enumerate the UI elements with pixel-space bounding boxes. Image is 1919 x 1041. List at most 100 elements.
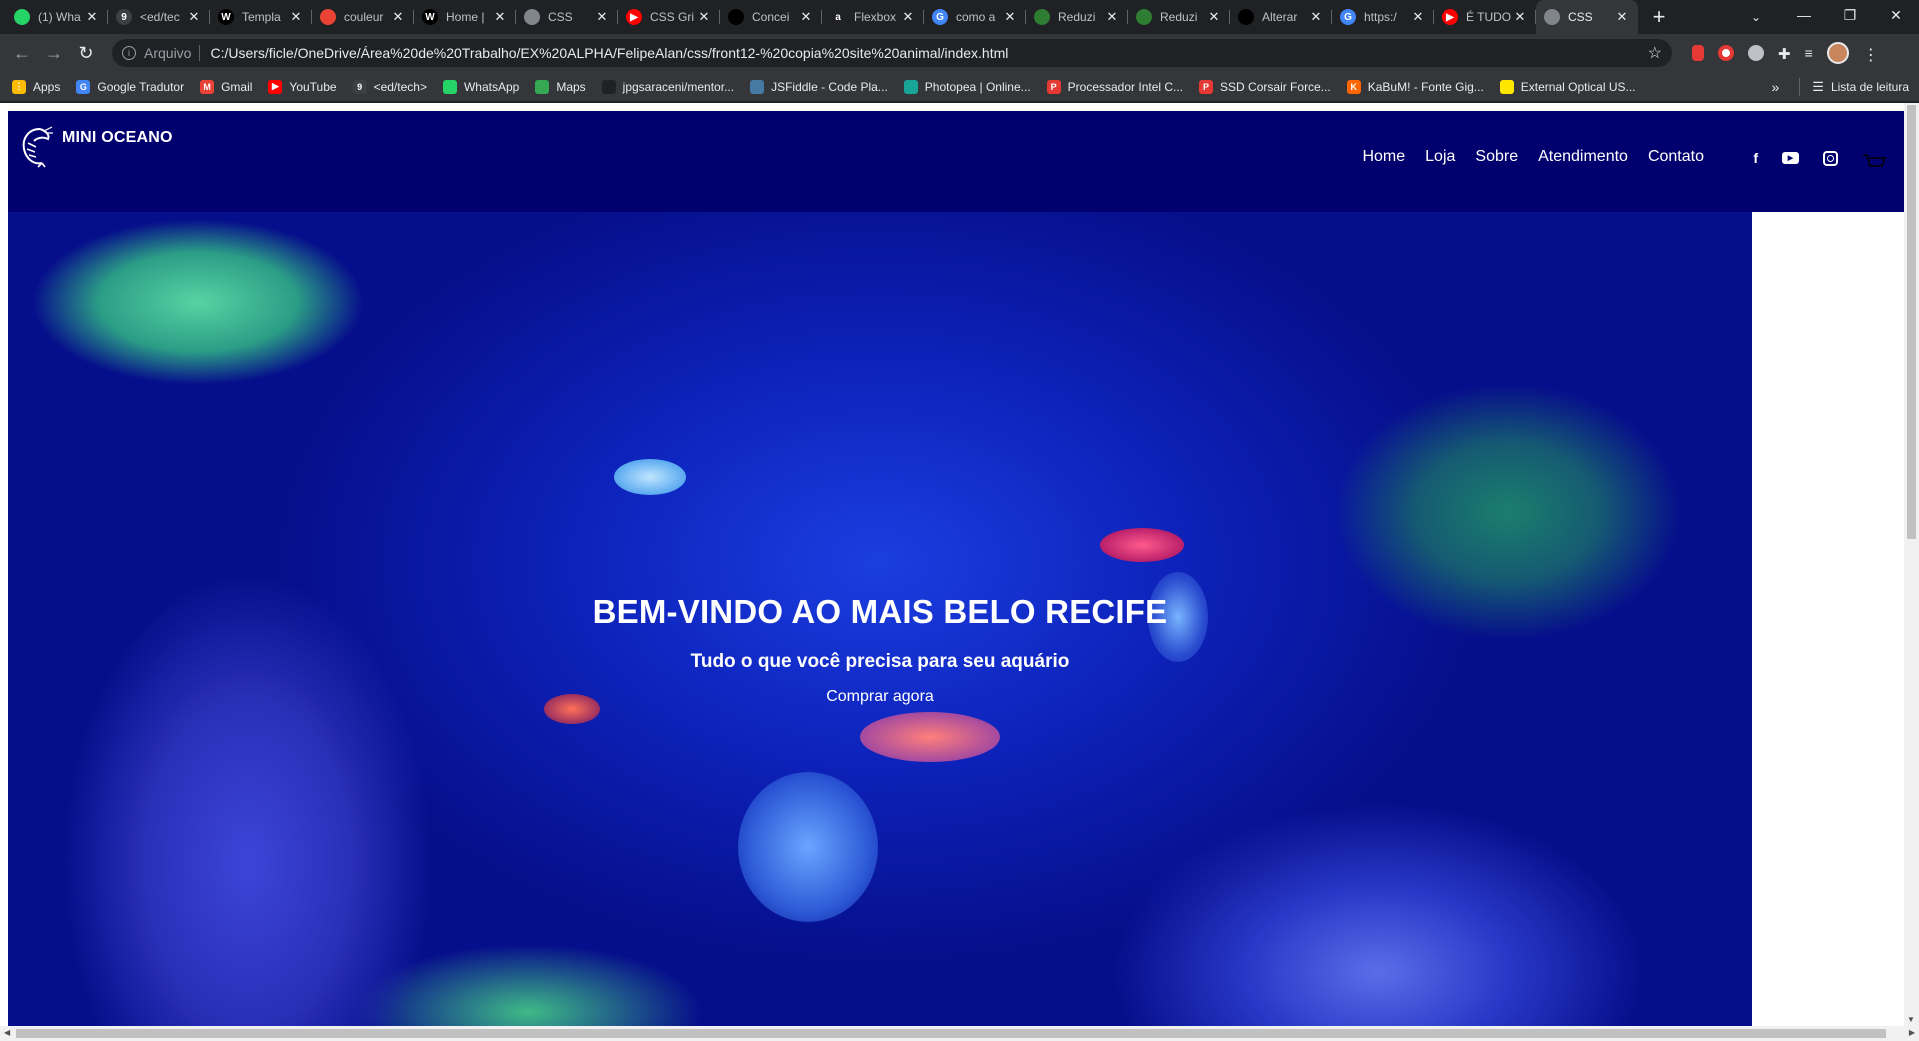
scroll-right-icon[interactable]: ▶ xyxy=(1909,1028,1915,1037)
close-tab-icon[interactable]: ✕ xyxy=(1614,9,1630,25)
browser-tab[interactable]: a Flexbox ✕ xyxy=(822,0,924,34)
close-tab-icon[interactable]: ✕ xyxy=(492,9,508,25)
browser-tab[interactable]: Reduzi ✕ xyxy=(1026,0,1128,34)
scroll-down-icon[interactable]: ▼ xyxy=(1907,1015,1915,1024)
tab-title: Reduzi xyxy=(1160,10,1198,24)
pichau-icon: P xyxy=(1199,79,1214,94)
address-url[interactable]: C:/Users/ficle/OneDrive/Área%20de%20Trab… xyxy=(210,45,1647,61)
browser-tab[interactable]: couleur ✕ xyxy=(312,0,414,34)
extension-compass-icon[interactable] xyxy=(1748,45,1764,61)
reading-list-button[interactable]: Lista de leitura xyxy=(1831,80,1909,94)
restore-button[interactable]: ❐ xyxy=(1827,0,1873,30)
close-tab-icon[interactable]: ✕ xyxy=(1410,9,1426,25)
tab-title: Templa xyxy=(242,10,281,24)
close-tab-icon[interactable]: ✕ xyxy=(288,9,304,25)
browser-tab[interactable]: ▶ CSS Gri ✕ xyxy=(618,0,720,34)
extension-red-icon[interactable] xyxy=(1692,45,1704,61)
bookmarks-overflow-button[interactable]: » xyxy=(1772,79,1780,95)
cart-icon[interactable] xyxy=(1862,153,1886,171)
nav-loja[interactable]: Loja xyxy=(1425,148,1455,166)
youtube-icon: ▶ xyxy=(626,9,642,25)
bookmark-item[interactable]: M Gmail xyxy=(200,79,252,94)
bookmark-item[interactable]: WhatsApp xyxy=(442,79,519,94)
bookmark-item[interactable]: P Processador Intel C... xyxy=(1046,79,1183,94)
close-tab-icon[interactable]: ✕ xyxy=(696,9,712,25)
menu-kebab-icon[interactable]: ⋮ xyxy=(1863,45,1879,64)
bookmark-label: jpgsaraceni/mentor... xyxy=(622,79,735,94)
browser-tab[interactable]: W Home | ✕ xyxy=(414,0,516,34)
bookmark-item[interactable]: P SSD Corsair Force... xyxy=(1199,79,1331,94)
bookmark-item[interactable]: Photopea | Online... xyxy=(903,79,1031,94)
browser-tab[interactable]: ▶ É TUDO ✕ xyxy=(1434,0,1536,34)
bookmark-item[interactable]: jpgsaraceni/mentor... xyxy=(601,79,735,94)
close-tab-icon[interactable]: ✕ xyxy=(594,9,610,25)
tab-title: Concei xyxy=(752,10,790,24)
horizontal-scrollbar[interactable]: ◀ ▶ xyxy=(0,1026,1919,1041)
browser-tab[interactable]: CSS ✕ xyxy=(1536,0,1638,34)
close-tab-icon[interactable]: ✕ xyxy=(1308,9,1324,25)
bookmark-item[interactable]: ⋮ Apps xyxy=(12,79,60,94)
extension-record-icon[interactable] xyxy=(1718,45,1734,61)
media-control-icon[interactable]: ≡ xyxy=(1805,45,1813,61)
profile-avatar[interactable] xyxy=(1826,42,1849,64)
kabum-icon: K xyxy=(1346,79,1361,94)
bookmark-label: SSD Corsair Force... xyxy=(1220,79,1331,94)
bookmark-item[interactable]: External Optical US... xyxy=(1499,79,1636,94)
facebook-icon[interactable]: f xyxy=(1753,150,1758,166)
close-tab-icon[interactable]: ✕ xyxy=(798,9,814,25)
close-tab-icon[interactable]: ✕ xyxy=(1206,9,1222,25)
info-icon[interactable]: i xyxy=(122,46,136,60)
close-tab-icon[interactable]: ✕ xyxy=(900,9,916,25)
nav-home[interactable]: Home xyxy=(1362,148,1405,166)
bookmark-item[interactable]: G Google Tradutor xyxy=(76,79,184,94)
browser-tab[interactable]: Reduzi ✕ xyxy=(1128,0,1230,34)
browser-tab[interactable]: 9 <ed/tec ✕ xyxy=(108,0,210,34)
scroll-left-icon[interactable]: ◀ xyxy=(4,1028,10,1037)
browser-tab[interactable]: Alterar ✕ xyxy=(1230,0,1332,34)
browser-tab[interactable]: Concei ✕ xyxy=(720,0,822,34)
close-tab-icon[interactable]: ✕ xyxy=(1104,9,1120,25)
youtube-icon: ▶ xyxy=(1442,9,1458,25)
close-tab-icon[interactable]: ✕ xyxy=(84,9,100,25)
fish-image xyxy=(860,712,1000,762)
browser-tab[interactable]: CSS ✕ xyxy=(516,0,618,34)
vertical-scroll-thumb[interactable] xyxy=(1907,105,1916,539)
youtube-icon[interactable]: ▶ xyxy=(1782,152,1799,164)
brand-name: MINI OCEANO xyxy=(62,129,173,146)
close-tab-icon[interactable]: ✕ xyxy=(390,9,406,25)
bookmark-item[interactable]: JSFiddle - Code Pla... xyxy=(750,79,888,94)
site-header: MINI OCEANO Home Loja Sobre Atendimento … xyxy=(8,111,1904,212)
back-button[interactable]: ← xyxy=(8,39,36,67)
address-divider xyxy=(199,45,201,61)
bookmark-star-icon[interactable]: ☆ xyxy=(1648,43,1662,63)
nav-atendimento[interactable]: Atendimento xyxy=(1538,148,1628,166)
vertical-scrollbar[interactable]: ▼ xyxy=(1904,103,1919,1026)
close-tab-icon[interactable]: ✕ xyxy=(1512,9,1528,25)
new-tab-button[interactable]: + xyxy=(1644,0,1674,34)
bookmark-item[interactable]: K KaBuM! - Fonte Gig... xyxy=(1346,79,1484,94)
browser-tab[interactable]: Gcomo a ✕ xyxy=(924,0,1026,34)
site-logo[interactable]: MINI OCEANO xyxy=(18,125,173,169)
browser-tab[interactable]: (1) Wha ✕ xyxy=(6,0,108,34)
bookmark-item[interactable]: ▶ YouTube xyxy=(268,79,337,94)
puzzle-icon[interactable]: ✚ xyxy=(1778,45,1791,63)
forward-button[interactable]: → xyxy=(40,39,68,67)
browser-tab[interactable]: Ghttps:/ ✕ xyxy=(1332,0,1434,34)
nav-contato[interactable]: Contato xyxy=(1648,148,1704,166)
reload-button[interactable]: ↻ xyxy=(72,39,100,67)
nav-sobre[interactable]: Sobre xyxy=(1475,148,1518,166)
bookmark-item[interactable]: 9 <ed/tech> xyxy=(352,79,427,94)
main-nav: Home Loja Sobre Atendimento Contato xyxy=(1362,148,1704,166)
tab-search-button[interactable]: ⌄ xyxy=(1741,4,1771,30)
buy-now-button[interactable]: Comprar agora xyxy=(826,688,934,706)
close-tab-icon[interactable]: ✕ xyxy=(1002,9,1018,25)
close-window-button[interactable]: ✕ xyxy=(1873,0,1919,30)
bookmark-item[interactable]: Maps xyxy=(535,79,586,94)
close-tab-icon[interactable]: ✕ xyxy=(186,9,202,25)
browser-tab[interactable]: W Templa ✕ xyxy=(210,0,312,34)
horizontal-scroll-thumb[interactable] xyxy=(16,1029,1886,1038)
minimize-button[interactable]: — xyxy=(1781,0,1827,30)
gmail-icon: M xyxy=(200,79,215,94)
instagram-icon[interactable] xyxy=(1823,150,1838,166)
address-bar[interactable]: i Arquivo C:/Users/ficle/OneDrive/Área%2… xyxy=(112,39,1672,67)
